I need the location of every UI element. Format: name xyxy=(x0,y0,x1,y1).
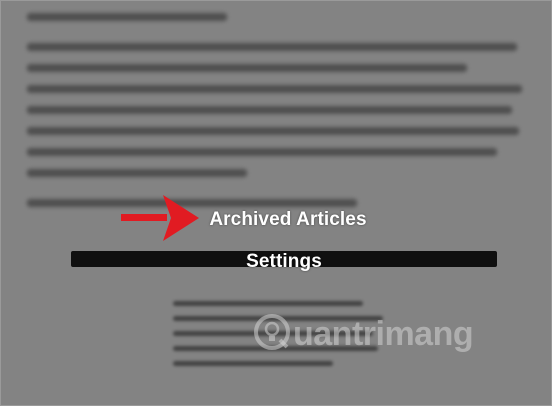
watermark: uantrimang xyxy=(253,313,474,356)
menu-item-archived-articles[interactable]: Archived Articles xyxy=(13,209,551,231)
menu-item-settings[interactable]: Settings xyxy=(9,251,551,273)
watermark-text: uantrimang xyxy=(293,315,474,353)
lightbulb-icon xyxy=(253,313,291,356)
screenshot-frame: Archived Articles Settings uantrimang xyxy=(0,0,552,406)
